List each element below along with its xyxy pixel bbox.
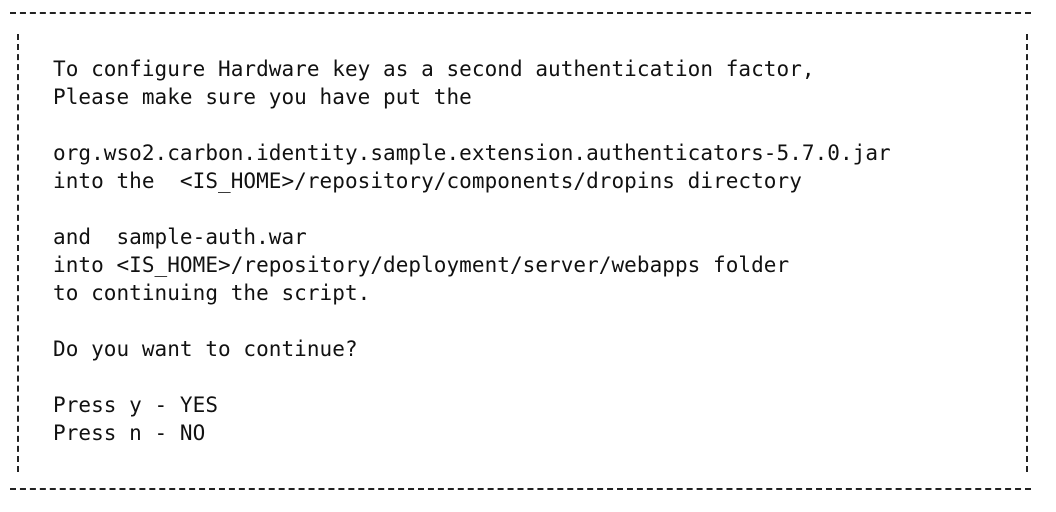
terminal-window: To configure Hardware key as a second au… xyxy=(0,0,1056,512)
intro-line-2: Please make sure you have put the xyxy=(53,85,472,109)
intro-line-1: To configure Hardware key as a second au… xyxy=(53,57,815,81)
right-border xyxy=(1026,34,1028,472)
message-box: To configure Hardware key as a second au… xyxy=(53,55,1013,447)
bottom-border xyxy=(10,488,1031,490)
yes-option[interactable]: Press y - YES xyxy=(53,391,1013,419)
war-file-line: and sample-auth.war xyxy=(53,225,307,249)
left-border xyxy=(17,34,19,472)
continue-script-line: to continuing the script. xyxy=(53,281,371,305)
top-border xyxy=(10,12,1031,14)
jar-file-line: org.wso2.carbon.identity.sample.extensio… xyxy=(53,141,891,165)
dropins-path-line: into the <IS_HOME>/repository/components… xyxy=(53,169,802,193)
confirmation-prompt: Do you want to continue? xyxy=(53,337,358,361)
no-option[interactable]: Press n - NO xyxy=(53,419,1013,447)
webapps-path-line: into <IS_HOME>/repository/deployment/ser… xyxy=(53,253,790,277)
